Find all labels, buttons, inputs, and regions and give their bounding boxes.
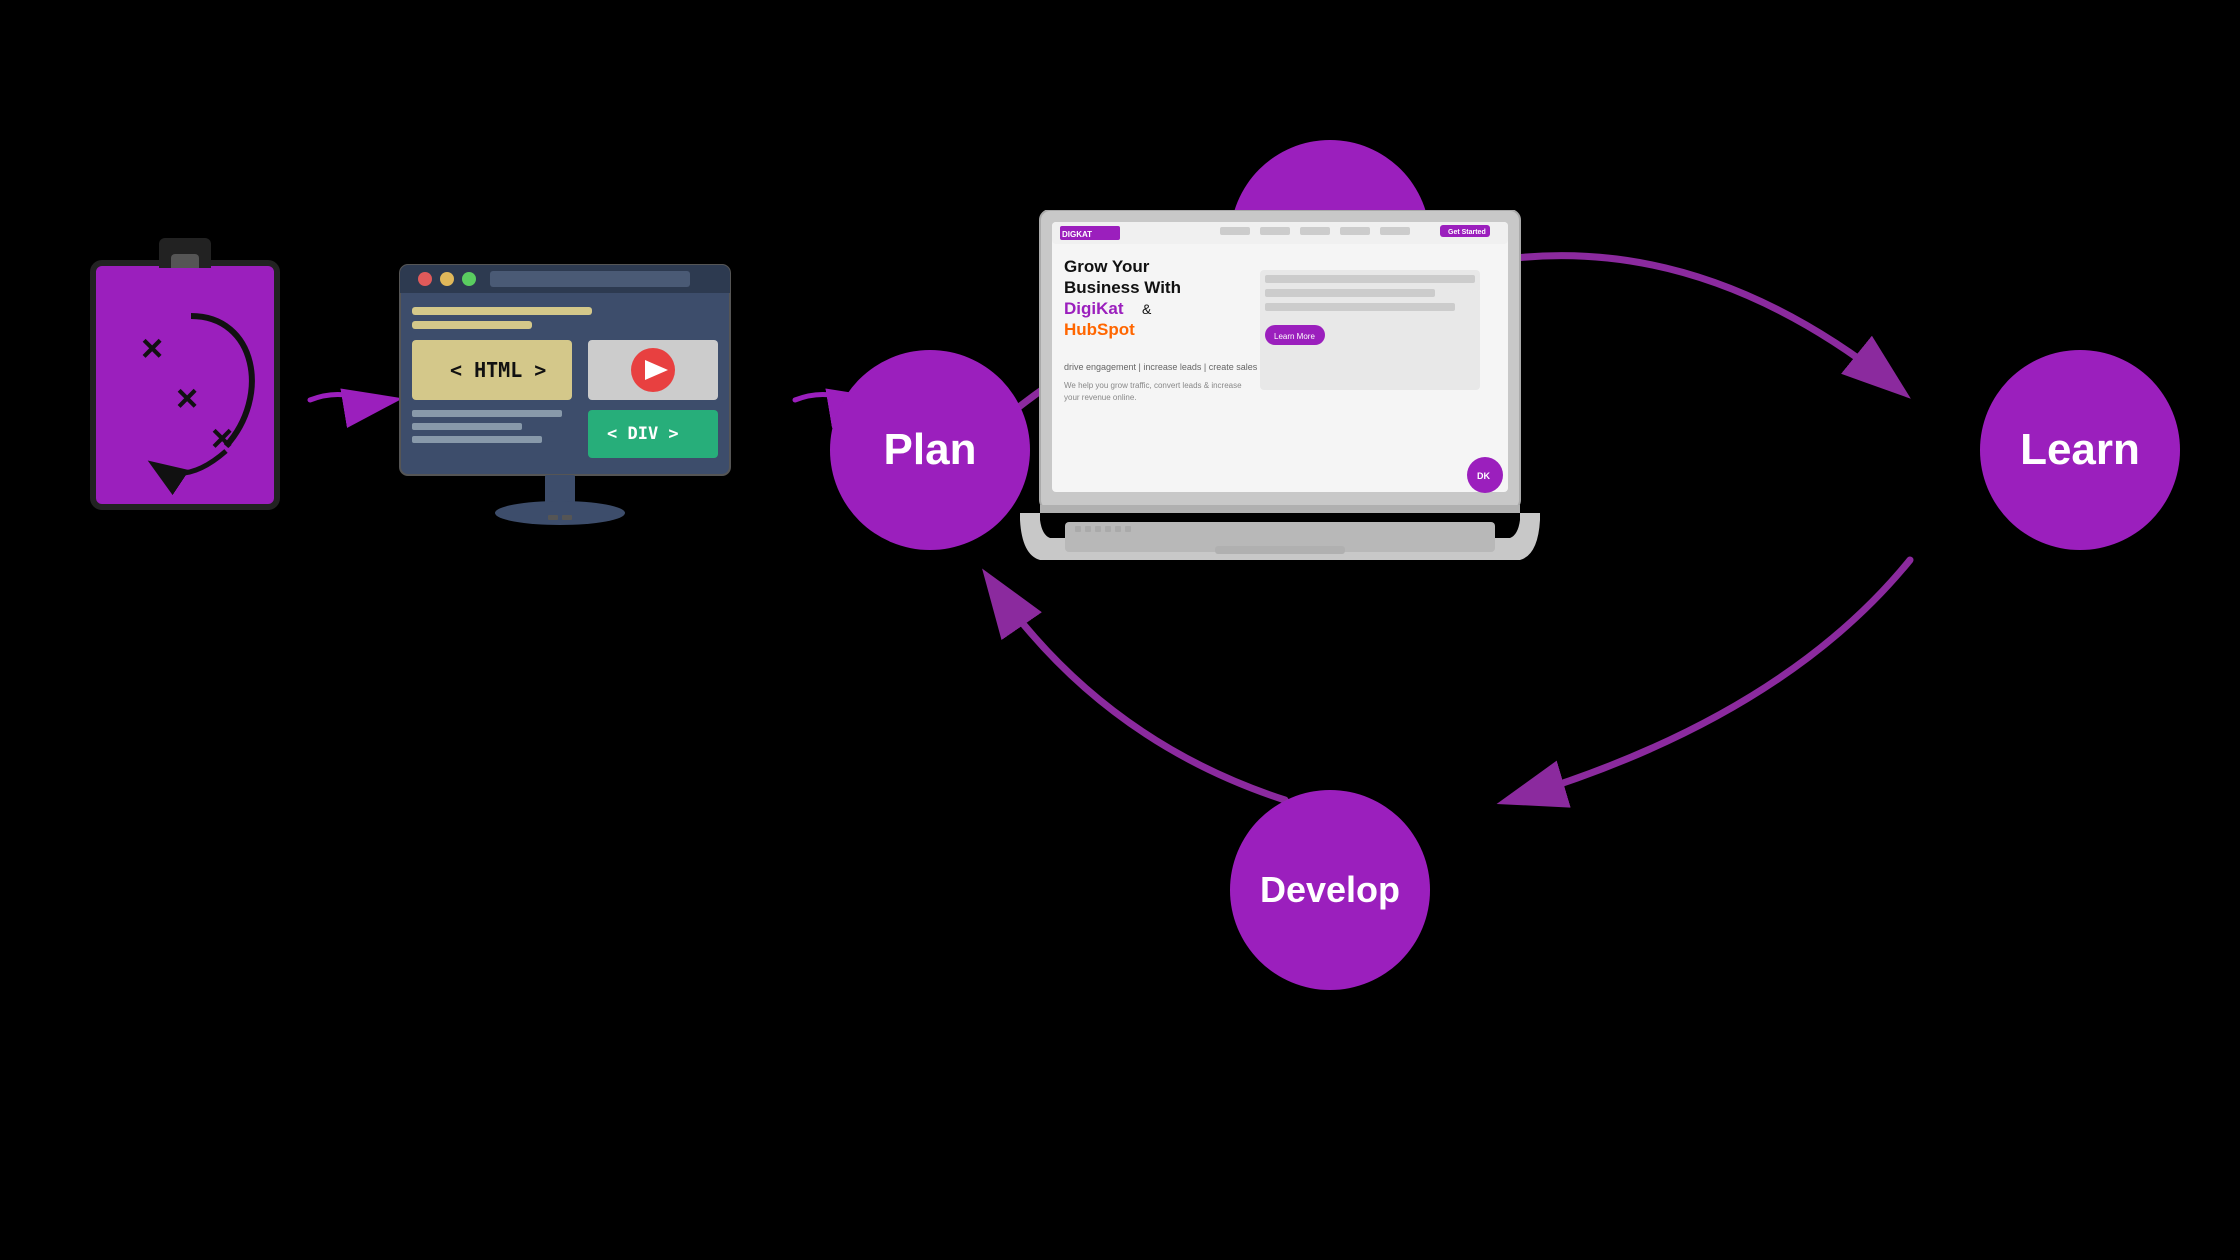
main-scene: × × ×: [0, 0, 2240, 1260]
develop-label: Develop: [1260, 869, 1400, 911]
laptop-center: DIGKAT Get Started Grow Your Business Wi…: [1020, 210, 1540, 590]
monitor-svg: < HTML > < DIV >: [390, 255, 770, 535]
svg-text:×: ×: [176, 378, 198, 420]
svg-text:Grow Your: Grow Your: [1064, 257, 1150, 276]
svg-text:< DIV >: < DIV >: [607, 424, 679, 444]
develop-circle: Develop: [1230, 790, 1430, 990]
clipboard-icon: × × ×: [90, 260, 280, 520]
svg-text:Learn More: Learn More: [1274, 332, 1315, 341]
svg-text:DigiKat: DigiKat: [1064, 299, 1124, 318]
learn-label: Learn: [2020, 425, 2140, 475]
clipboard-clip: [159, 238, 211, 268]
code-monitor: < HTML > < DIV >: [390, 255, 770, 535]
laptop-svg: DIGKAT Get Started Grow Your Business Wi…: [1020, 210, 1540, 590]
svg-text:Get Started: Get Started: [1448, 229, 1486, 236]
svg-text:drive engagement | increase le: drive engagement | increase leads | crea…: [1064, 362, 1258, 372]
svg-text:&: &: [1142, 301, 1152, 317]
svg-text:DIGKAT: DIGKAT: [1062, 230, 1092, 239]
svg-text:your revenue online.: your revenue online.: [1064, 393, 1137, 402]
svg-text:Business With: Business With: [1064, 278, 1181, 297]
right-diagram: Plan Transfer Learn Develop: [830, 120, 2180, 1020]
svg-text:DK: DK: [1477, 471, 1490, 481]
svg-text:×: ×: [141, 328, 163, 370]
learn-circle: Learn: [1980, 350, 2180, 550]
svg-text:HubSpot: HubSpot: [1064, 320, 1135, 339]
svg-text:< HTML >: < HTML >: [450, 358, 546, 382]
plan-circle: Plan: [830, 350, 1030, 550]
plan-label: Plan: [884, 425, 977, 475]
clipboard-diagram: × × ×: [96, 266, 286, 516]
svg-text:We help you grow traffic, conv: We help you grow traffic, convert leads …: [1064, 381, 1242, 390]
